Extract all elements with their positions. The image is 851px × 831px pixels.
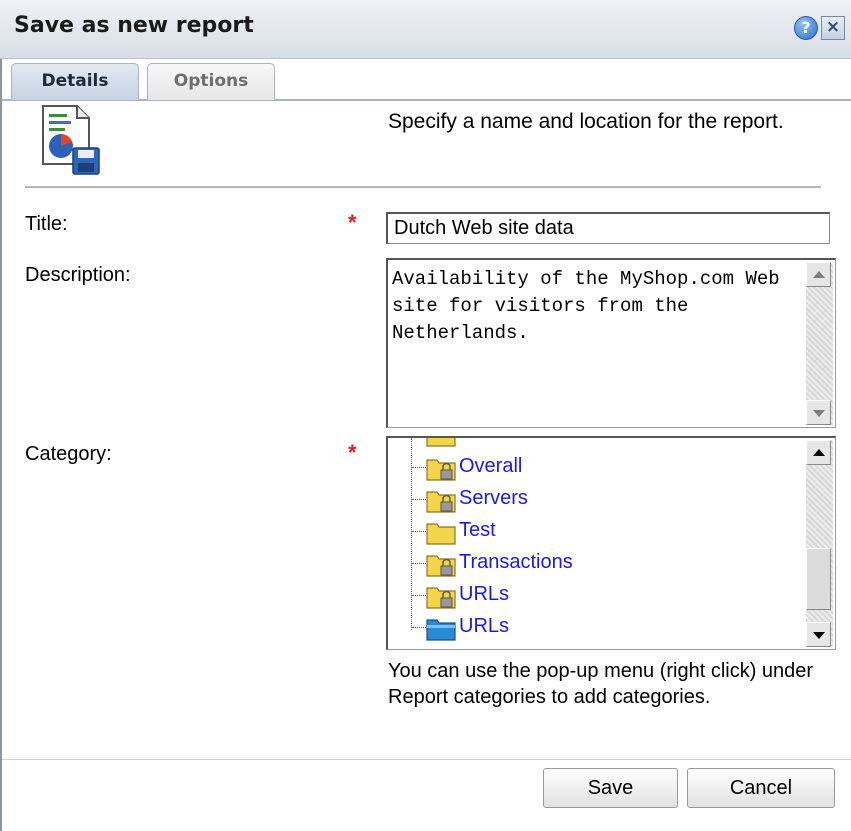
scroll-down-button[interactable]: [806, 400, 831, 425]
locked-folder-icon: [426, 555, 456, 577]
category-hint: You can use the pop-up menu (right click…: [388, 660, 814, 708]
down-arrow-icon: [813, 410, 825, 417]
up-arrow-icon: [813, 271, 825, 278]
up-arrow-icon: [813, 449, 825, 456]
selected-folder-icon: [426, 619, 456, 641]
tree-item-label: Overall: [459, 455, 523, 477]
category-scrollbar[interactable]: [806, 440, 833, 647]
save-report-dialog: Save as new report ? × Details Options S…: [0, 0, 851, 831]
close-icon[interactable]: ×: [821, 16, 845, 40]
tree-item-label: URLs: [459, 583, 510, 605]
folder-icon: [426, 523, 456, 545]
description-label: Description:: [25, 264, 131, 286]
title-label: Title:: [25, 213, 68, 235]
title-required-marker: *: [348, 210, 357, 235]
header-separator: [25, 186, 821, 188]
dialog-title-bar[interactable]: Save as new report ? ×: [0, 0, 851, 59]
tree-item-label: Test: [459, 519, 496, 541]
tree-branch-line: [412, 563, 426, 564]
intro-text: Specify a name and location for the repo…: [388, 110, 784, 133]
tree-branch-line: [412, 467, 426, 468]
scroll-up-button[interactable]: [806, 440, 831, 465]
tree-item-label: Transactions: [459, 551, 573, 573]
scroll-up-button[interactable]: [806, 262, 831, 287]
tree-branch-line: [412, 595, 426, 596]
save-report-icon: [42, 105, 100, 175]
tree-branch-line: [412, 499, 426, 500]
description-scrollbar[interactable]: [806, 262, 833, 425]
description-textarea[interactable]: Availability of the MyShop.com Web site …: [386, 258, 836, 428]
tab-details[interactable]: Details: [11, 63, 139, 100]
help-icon[interactable]: ?: [794, 16, 818, 40]
scroll-down-button[interactable]: [806, 622, 831, 647]
down-arrow-icon: [813, 632, 825, 639]
category-label: Category:: [25, 443, 112, 465]
cancel-button[interactable]: Cancel: [687, 768, 835, 808]
locked-folder-icon: [426, 459, 456, 481]
tree-branch-line: [412, 627, 426, 628]
title-input[interactable]: Dutch Web site data: [386, 212, 830, 244]
tab-options[interactable]: Options: [147, 63, 275, 100]
category-tree[interactable]: Overall Servers Test Transactions URLs U…: [386, 436, 836, 650]
description-text: Availability of the MyShop.com Web site …: [392, 268, 792, 344]
save-button[interactable]: Save: [543, 768, 678, 808]
tree-item-label: URLs: [459, 615, 510, 637]
scrollbar-thumb[interactable]: [806, 548, 831, 610]
tab-strip: Details Options: [0, 59, 851, 101]
tree-branch-line: [412, 531, 426, 532]
dialog-title: Save as new report: [14, 13, 254, 38]
folder-icon: [426, 438, 456, 447]
category-required-marker: *: [348, 440, 357, 465]
locked-folder-icon: [426, 491, 456, 513]
footer-separator: [2, 759, 851, 760]
tree-item-label: Servers: [459, 487, 528, 509]
locked-folder-icon: [426, 587, 456, 609]
dialog-left-border: [0, 59, 2, 831]
